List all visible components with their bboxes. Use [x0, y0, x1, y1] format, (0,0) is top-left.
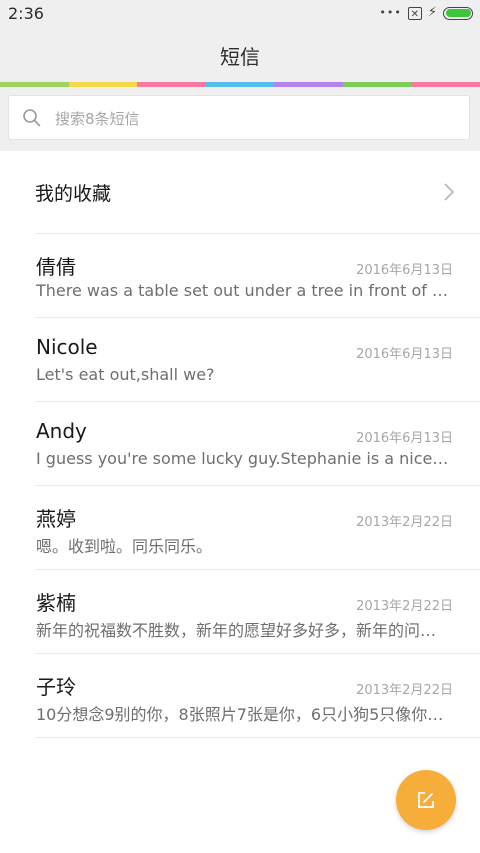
message-preview: 10分想念9别的你，8张照片7张是你，6只小狗5只像你，4季变换: [36, 705, 450, 724]
battery-fill: [445, 9, 471, 17]
favorites-label: 我的收藏: [35, 183, 112, 205]
status-bar: 2:36 ••• ✕ ⚡: [0, 0, 480, 28]
conversation-row[interactable]: Andy 2016年6月13日 I guess you're some luck…: [35, 402, 480, 486]
search-input[interactable]: 搜索8条短信: [8, 95, 470, 140]
message-date: 2013年2月22日: [356, 683, 453, 698]
contact-name: 子玲: [36, 675, 76, 699]
message-preview: Let's eat out,shall we?: [36, 365, 215, 384]
contact-name: Andy: [36, 419, 87, 443]
contact-name: Nicole: [36, 335, 98, 359]
conversation-row[interactable]: Nicole 2016年6月13日 Let's eat out,shall we…: [35, 318, 480, 402]
contact-name: 倩倩: [36, 255, 76, 279]
conversation-row[interactable]: 紫楠 2013年2月22日 新年的祝福数不胜数，新年的愿望好多好多，新年的问候送…: [35, 570, 480, 654]
battery-icon: [443, 6, 473, 20]
message-date: 2016年6月13日: [356, 263, 453, 278]
message-date: 2016年6月13日: [356, 347, 453, 362]
search-placeholder: 搜索8条短信: [55, 110, 140, 128]
conversation-list: 我的收藏 倩倩 2016年6月13日 There was a table set…: [0, 151, 480, 738]
contact-name: 紫楠: [36, 591, 76, 615]
conversation-row[interactable]: 子玲 2013年2月22日 10分想念9别的你，8张照片7张是你，6只小狗5只像…: [35, 654, 480, 738]
message-preview: 新年的祝福数不胜数，新年的愿望好多好多，新年的问候送给你: [36, 621, 450, 640]
compose-button[interactable]: [396, 770, 456, 830]
status-time: 2:36: [8, 4, 44, 23]
page-title: 短信: [220, 45, 260, 69]
search-area: 搜索8条短信: [0, 87, 480, 151]
message-date: 2013年2月22日: [356, 599, 453, 614]
message-preview: I guess you're some lucky guy.Stephanie …: [36, 449, 450, 468]
conversation-row[interactable]: 燕婷 2013年2月22日 嗯。收到啦。同乐同乐。: [35, 486, 480, 570]
message-preview: There was a table set out under a tree i…: [36, 281, 450, 300]
favorites-row[interactable]: 我的收藏: [35, 151, 480, 234]
sim-icon: ✕: [407, 6, 422, 20]
title-bar: 短信: [0, 28, 480, 82]
charging-icon: ⚡: [427, 5, 437, 20]
chevron-right-icon: [444, 183, 455, 201]
dots-icon: •••: [379, 6, 402, 19]
compose-icon: [418, 792, 434, 808]
message-date: 2013年2月22日: [356, 515, 453, 530]
contact-name: 燕婷: [36, 507, 76, 531]
conversation-row[interactable]: 倩倩 2016年6月13日 There was a table set out …: [35, 234, 480, 318]
message-date: 2016年6月13日: [356, 431, 453, 446]
search-icon: [23, 109, 41, 127]
message-preview: 嗯。收到啦。同乐同乐。: [36, 537, 213, 556]
status-icons: ••• ✕ ⚡: [379, 5, 473, 21]
